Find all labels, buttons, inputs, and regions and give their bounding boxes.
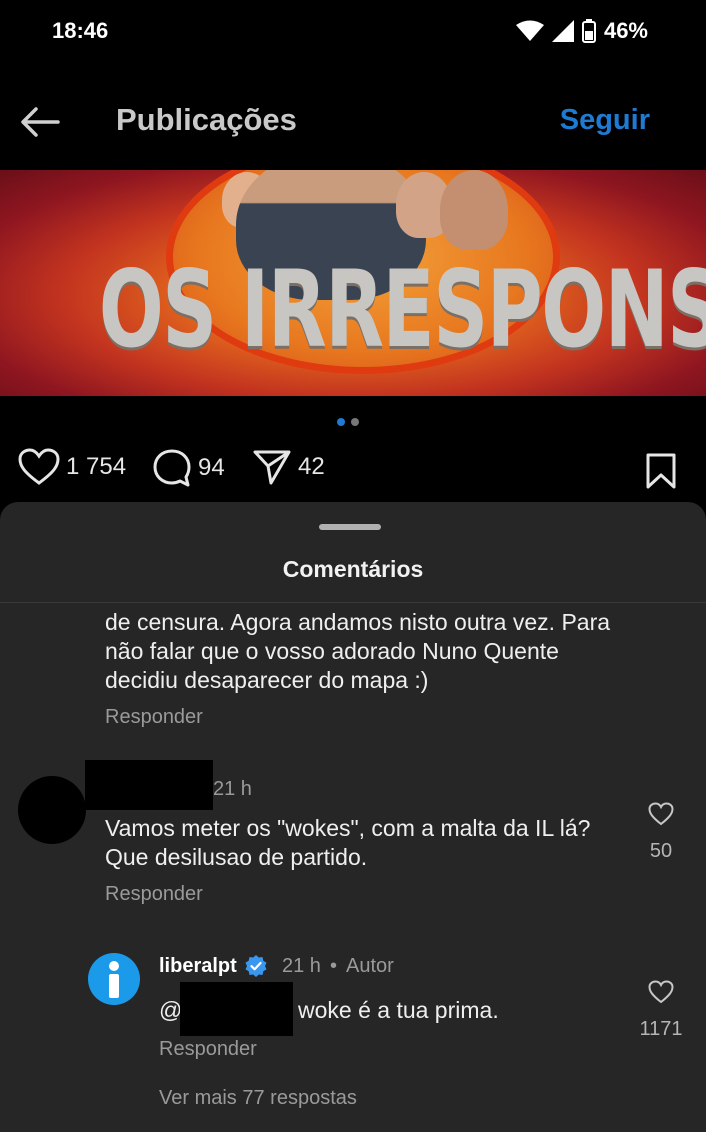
battery-icon: [581, 19, 596, 43]
comment-text: Vamos meter os "wokes", com a malta da I…: [105, 815, 591, 870]
carousel-indicator: [337, 418, 359, 426]
back-arrow-icon[interactable]: [18, 104, 62, 140]
status-time: 18:46: [52, 18, 109, 43]
comment-text: woke é a tua prima.: [298, 997, 499, 1023]
comment-icon[interactable]: [152, 448, 192, 488]
page-title: Publicações: [116, 102, 297, 137]
view-more-replies-button[interactable]: Ver mais 77 respostas: [159, 1087, 357, 1110]
comment-like-icon[interactable]: [648, 980, 674, 1004]
reply-button[interactable]: Responder: [159, 1038, 257, 1061]
redacted-mention: [180, 982, 293, 1036]
avatar[interactable]: [18, 776, 86, 844]
battery-level: 46%: [603, 18, 648, 43]
verified-badge-icon: [245, 955, 267, 977]
post-image[interactable]: OS IRRESPONSÁVEIS: [0, 170, 706, 396]
like-action[interactable]: 1 754: [18, 448, 126, 486]
wifi-icon: [515, 20, 544, 41]
comments-sheet: Comentários de censura. Agora andamos ni…: [0, 502, 706, 1132]
redacted-username: [85, 760, 213, 810]
comment-time: 21 h: [282, 955, 321, 977]
mention-prefix: @: [159, 997, 183, 1023]
comment-action[interactable]: 94: [152, 448, 225, 488]
share-action[interactable]: 42: [252, 448, 325, 486]
person-right-2: [440, 170, 508, 250]
follow-button[interactable]: Seguir: [560, 104, 650, 137]
info-logo-icon: [109, 961, 119, 998]
sheet-title: Comentários: [282, 556, 424, 582]
share-count: 42: [298, 453, 325, 480]
comment-time: 21 h: [213, 778, 252, 800]
signal-icon: [551, 20, 574, 42]
comment-username[interactable]: liberalpt: [159, 955, 237, 978]
status-bar: 18:46 46%: [0, 0, 706, 64]
send-icon[interactable]: [252, 448, 292, 486]
comment-like-icon[interactable]: [648, 802, 674, 826]
avatar[interactable]: [88, 953, 140, 1005]
bookmark-icon[interactable]: [644, 452, 678, 490]
app-bar: Publicações Seguir: [0, 84, 706, 160]
divider: [0, 602, 706, 603]
status-icons: 46%: [515, 18, 648, 44]
post-actions: 1 754 94 42: [18, 448, 688, 496]
comment-like-count: 50: [649, 840, 673, 862]
banner-title: OS IRRESPONSÁVEIS: [98, 248, 706, 371]
author-label: Autor: [346, 955, 394, 977]
sheet-drag-handle[interactable]: [319, 524, 381, 530]
comment-text: de censura. Agora andamos nisto outra ve…: [105, 609, 611, 693]
comment-like-count: 1171: [639, 1018, 683, 1040]
like-count: 1 754: [66, 453, 127, 480]
reply-button[interactable]: Responder: [105, 706, 203, 729]
comment-count: 94: [198, 454, 225, 481]
separator-dot: •: [330, 955, 338, 977]
reply-button[interactable]: Responder: [105, 883, 203, 906]
heart-icon[interactable]: [18, 448, 60, 486]
carousel-dot-active: [337, 418, 345, 426]
carousel-dot: [351, 418, 359, 426]
